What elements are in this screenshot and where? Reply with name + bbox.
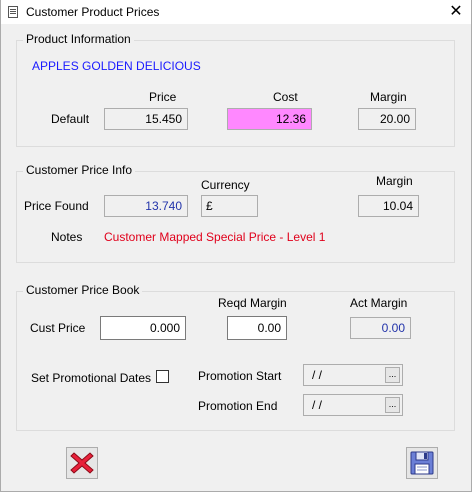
promotion-end-label: Promotion End bbox=[198, 399, 278, 413]
group-title-customer-price-book: Customer Price Book bbox=[23, 283, 143, 297]
currency-label: Currency bbox=[201, 178, 250, 192]
notes-text: Customer Mapped Special Price - Level 1 bbox=[104, 230, 326, 244]
promotion-start-field[interactable]: / / ... bbox=[303, 364, 403, 386]
close-button[interactable]: ✕ bbox=[441, 0, 471, 24]
cust-price-label: Cust Price bbox=[30, 321, 86, 335]
currency-field: £ bbox=[201, 195, 258, 217]
default-margin-field: 20.00 bbox=[358, 108, 416, 130]
reqd-margin-label: Reqd Margin bbox=[218, 296, 287, 310]
default-cost-field: 12.36 bbox=[227, 108, 312, 130]
margin-column-header: Margin bbox=[370, 90, 407, 104]
product-name: APPLES GOLDEN DELICIOUS bbox=[32, 59, 201, 73]
group-title-customer-price-info: Customer Price Info bbox=[23, 163, 136, 177]
default-price-field: 15.450 bbox=[104, 108, 188, 130]
promotion-end-field[interactable]: / / ... bbox=[303, 394, 403, 416]
default-row-label: Default bbox=[51, 112, 90, 126]
price-found-field: 13.740 bbox=[104, 195, 188, 217]
floppy-disk-icon bbox=[410, 451, 434, 475]
window-title: Customer Product Prices bbox=[26, 5, 160, 19]
promotion-start-label: Promotion Start bbox=[198, 369, 282, 383]
promotion-start-value: / / bbox=[312, 368, 323, 382]
save-button[interactable] bbox=[406, 447, 438, 479]
cust-price-input[interactable]: 0.000 bbox=[100, 316, 186, 340]
set-promotional-dates-label: Set Promotional Dates bbox=[31, 371, 152, 385]
cancel-button[interactable] bbox=[66, 447, 98, 479]
window-app-icon bbox=[8, 6, 18, 18]
found-margin-label: Margin bbox=[376, 174, 413, 188]
cost-column-header: Cost bbox=[273, 90, 298, 104]
act-margin-label: Act Margin bbox=[350, 296, 408, 310]
notes-label: Notes bbox=[51, 230, 83, 244]
set-promotional-dates-checkbox[interactable] bbox=[156, 370, 169, 383]
promotion-end-picker-button[interactable]: ... bbox=[385, 397, 400, 413]
group-title-product-information: Product Information bbox=[23, 32, 134, 46]
promotion-start-picker-button[interactable]: ... bbox=[385, 367, 400, 383]
act-margin-field: 0.00 bbox=[350, 317, 411, 339]
promotion-end-value: / / bbox=[312, 398, 323, 412]
found-margin-field: 10.04 bbox=[358, 195, 419, 217]
title-bar: Customer Product Prices ✕ bbox=[0, 0, 472, 24]
price-found-label: Price Found bbox=[24, 199, 89, 213]
price-column-header: Price bbox=[149, 90, 177, 104]
cancel-x-icon bbox=[70, 452, 94, 474]
reqd-margin-input[interactable]: 0.00 bbox=[227, 316, 287, 340]
